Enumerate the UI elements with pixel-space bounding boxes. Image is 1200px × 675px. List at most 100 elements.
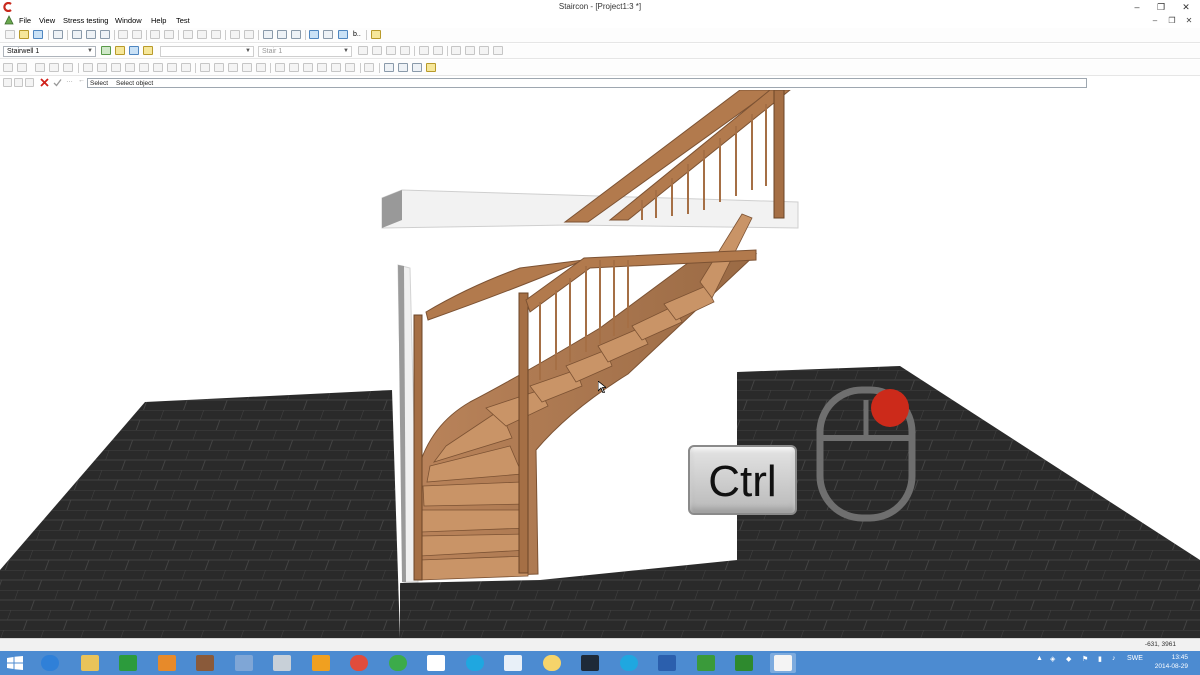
- tray-network-icon[interactable]: ◈: [1050, 655, 1055, 663]
- command-line[interactable]: Select Select object: [87, 78, 1087, 88]
- view-tool-3-icon[interactable]: [398, 63, 408, 72]
- redo-icon[interactable]: [244, 30, 254, 39]
- angle-icon[interactable]: [200, 63, 210, 72]
- trim-icon[interactable]: [256, 63, 266, 72]
- taskbar-library[interactable]: [231, 653, 257, 673]
- align-justify-icon[interactable]: [493, 46, 503, 55]
- rotate-icon[interactable]: [167, 63, 177, 72]
- duplicate-icon[interactable]: [211, 30, 221, 39]
- list-icon[interactable]: [72, 30, 82, 39]
- stairwell-settings-icon[interactable]: [143, 46, 153, 55]
- edit-tool-6-icon[interactable]: [345, 63, 355, 72]
- taskbar-skype-2[interactable]: [616, 653, 642, 673]
- taskbar-internet-explorer[interactable]: [37, 653, 63, 673]
- tray-flag-icon[interactable]: ⚑: [1082, 655, 1088, 663]
- transfer-icon[interactable]: [277, 30, 287, 39]
- ellipsis-icon[interactable]: …: [66, 77, 73, 84]
- link-icon[interactable]: [263, 30, 273, 39]
- edit-tool-5-icon[interactable]: [331, 63, 341, 72]
- cmd-tool-3-icon[interactable]: [25, 78, 34, 87]
- view-tool-2-icon[interactable]: [384, 63, 394, 72]
- circle-icon[interactable]: [125, 63, 135, 72]
- view-tool-1-icon[interactable]: [364, 63, 374, 72]
- taskbar-network[interactable]: [308, 653, 334, 673]
- tray-volume-icon[interactable]: ♪: [1112, 655, 1116, 662]
- arrow-icon[interactable]: [291, 30, 301, 39]
- open-folder-icon[interactable]: [19, 30, 29, 39]
- line-icon[interactable]: [83, 63, 93, 72]
- undo-icon[interactable]: [230, 30, 240, 39]
- menu-view[interactable]: View: [39, 16, 55, 25]
- tray-signal-icon[interactable]: ▮: [1098, 655, 1102, 663]
- taskbar-store[interactable]: [115, 653, 141, 673]
- move-up-icon[interactable]: [419, 46, 429, 55]
- cross-icon[interactable]: [111, 63, 121, 72]
- edit-tool-1-icon[interactable]: [275, 63, 285, 72]
- back-arrow-icon[interactable]: ←: [78, 77, 85, 84]
- draw-tool-3-icon[interactable]: [35, 63, 45, 72]
- taskbar-file-explorer[interactable]: [77, 653, 103, 673]
- edit-tool-3-icon[interactable]: [303, 63, 313, 72]
- edit-tool-2-icon[interactable]: [289, 63, 299, 72]
- menu-stress-testing[interactable]: Stress testing: [63, 16, 108, 25]
- snap-icon[interactable]: [338, 30, 348, 39]
- table-icon[interactable]: [86, 30, 96, 39]
- stairwell-select[interactable]: Stairwell 1 ▼: [3, 46, 96, 57]
- move-down-icon[interactable]: [433, 46, 443, 55]
- stair-tool-4-icon[interactable]: [400, 46, 410, 55]
- taskbar-chrome[interactable]: [346, 653, 372, 673]
- dimension-icon[interactable]: [323, 30, 333, 39]
- tray-clock[interactable]: 13:45 2014-08-29: [1155, 653, 1188, 671]
- layers-icon[interactable]: [100, 30, 110, 39]
- print-preview-icon[interactable]: [164, 30, 174, 39]
- b-button[interactable]: b..: [353, 31, 361, 38]
- print-icon[interactable]: [150, 30, 160, 39]
- taskbar-camtasia-1[interactable]: [693, 653, 719, 673]
- draw-tool-5-icon[interactable]: [63, 63, 73, 72]
- taskbar-camtasia-2[interactable]: [731, 653, 757, 673]
- cmd-tool-2-icon[interactable]: [14, 78, 23, 87]
- taskbar-game[interactable]: [192, 653, 218, 673]
- stair-3d-scene[interactable]: [0, 90, 1200, 638]
- tray-dropbox-icon[interactable]: ◆: [1066, 655, 1071, 663]
- tray-language[interactable]: SWE: [1127, 655, 1143, 662]
- 3d-viewport[interactable]: Ctrl: [0, 90, 1200, 638]
- draw-stair-icon[interactable]: [129, 46, 139, 55]
- new-file-icon[interactable]: [5, 30, 15, 39]
- taskbar-ie-e[interactable]: [385, 653, 411, 673]
- mdi-restore-button[interactable]: ❐: [1165, 14, 1179, 27]
- taskbar-app-yellow[interactable]: [539, 653, 565, 673]
- menu-window[interactable]: Window: [115, 16, 142, 25]
- draw-tool-1-icon[interactable]: [3, 63, 13, 72]
- measure-icon[interactable]: [309, 30, 319, 39]
- document-menu-icon[interactable]: [4, 15, 14, 25]
- polyline-icon[interactable]: [97, 63, 107, 72]
- taskbar-dropbox[interactable]: [423, 653, 449, 673]
- taskbar-staircon[interactable]: [770, 653, 796, 673]
- taskbar-word[interactable]: [654, 653, 680, 673]
- cmd-tool-1-icon[interactable]: [3, 78, 12, 87]
- slope-icon[interactable]: [214, 63, 224, 72]
- close-button[interactable]: ✕: [1175, 0, 1197, 14]
- cancel-icon[interactable]: [40, 78, 49, 87]
- stairwell-add-icon[interactable]: [101, 46, 111, 55]
- stair-tool-2-icon[interactable]: [372, 46, 382, 55]
- mdi-close-button[interactable]: ✕: [1182, 14, 1196, 27]
- hatch-icon[interactable]: [228, 63, 238, 72]
- menu-help[interactable]: Help: [151, 16, 166, 25]
- stair-tool-1-icon[interactable]: [358, 46, 368, 55]
- clipboard-icon[interactable]: [197, 30, 207, 39]
- align-left-icon[interactable]: [451, 46, 461, 55]
- menu-test[interactable]: Test: [176, 16, 190, 25]
- mdi-minimize-button[interactable]: –: [1148, 14, 1162, 27]
- edit-tool-4-icon[interactable]: [317, 63, 327, 72]
- ellipse-icon[interactable]: [153, 63, 163, 72]
- view-tool-5-icon[interactable]: [426, 63, 436, 72]
- align-right-icon[interactable]: [479, 46, 489, 55]
- copy-icon[interactable]: [132, 30, 142, 39]
- mirror-icon[interactable]: [181, 63, 191, 72]
- cut-icon[interactable]: [118, 30, 128, 39]
- properties-icon[interactable]: [53, 30, 63, 39]
- align-center-icon[interactable]: [465, 46, 475, 55]
- tray-expand-icon[interactable]: ▲: [1036, 655, 1043, 662]
